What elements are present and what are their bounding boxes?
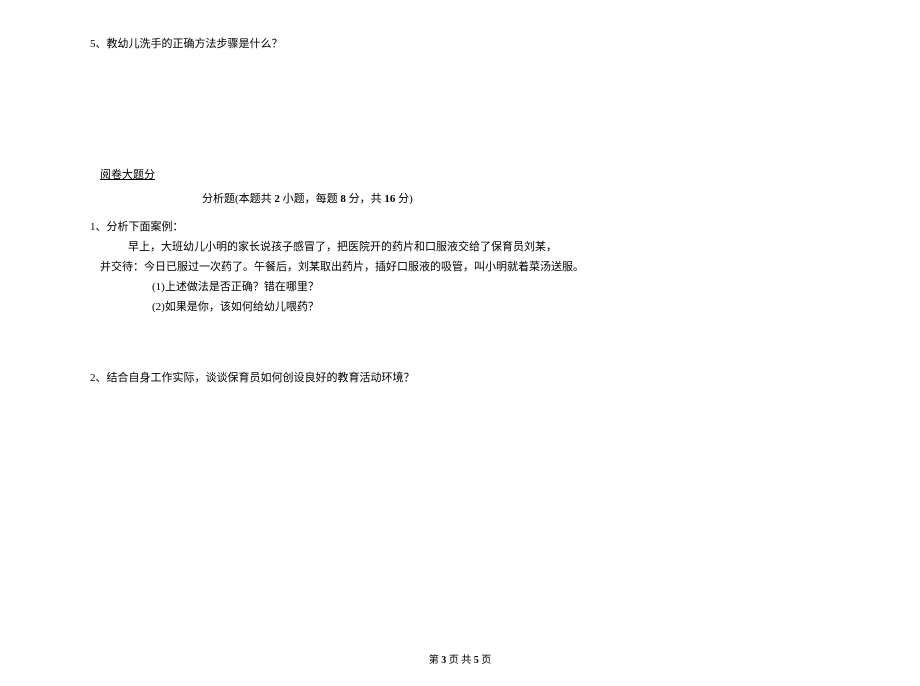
section-title-mid1: 小题，每题	[280, 193, 341, 205]
section-label: 阅卷大题分	[100, 166, 155, 182]
q2-text: 2、结合自身工作实际，谈谈保育员如何创设良好的教育活动环境？	[90, 372, 415, 384]
section-title-num3: 16	[384, 193, 395, 205]
footer-mid: 页 共	[446, 655, 474, 666]
q1-line3: 并交待：今日已服过一次药了。午餐后，刘某取出药片，插好口服液的吸管，叫小明就着菜…	[100, 258, 830, 274]
question-5: 5、教幼儿洗手的正确方法步骤是什么？	[90, 35, 830, 51]
section-title: 分析题(本题共 2 小题，每题 8 分，共 16 分)	[202, 190, 830, 206]
page-footer: 第 3 页 共 5 页	[0, 651, 920, 666]
q1-line1: 1、分析下面案例：	[90, 218, 830, 234]
document-page: 5、教幼儿洗手的正确方法步骤是什么？ 阅卷大题分 分析题(本题共 2 小题，每题…	[0, 0, 920, 385]
footer-suffix: 页	[479, 655, 492, 666]
section-title-suffix: 分)	[395, 193, 412, 205]
section-title-mid2: 分，共	[346, 193, 385, 205]
section-title-prefix: 分析题(本题共	[202, 193, 274, 205]
q1-sub1: (1)上述做法是否正确？错在哪里？	[152, 278, 830, 294]
footer-prefix: 第	[429, 655, 442, 666]
section-header: 阅卷大题分 分析题(本题共 2 小题，每题 8 分，共 16 分)	[90, 166, 830, 206]
question-5-text: 5、教幼儿洗手的正确方法步骤是什么？	[90, 38, 283, 50]
analysis-question-2: 2、结合自身工作实际，谈谈保育员如何创设良好的教育活动环境？	[90, 369, 830, 385]
analysis-question-1: 1、分析下面案例： 早上，大班幼儿小明的家长说孩子感冒了，把医院开的药片和口服液…	[90, 218, 830, 314]
q1-line2: 早上，大班幼儿小明的家长说孩子感冒了，把医院开的药片和口服液交给了保育员刘某，	[128, 238, 830, 254]
q1-sub2: (2)如果是你，该如何给幼儿喂药？	[152, 298, 830, 314]
